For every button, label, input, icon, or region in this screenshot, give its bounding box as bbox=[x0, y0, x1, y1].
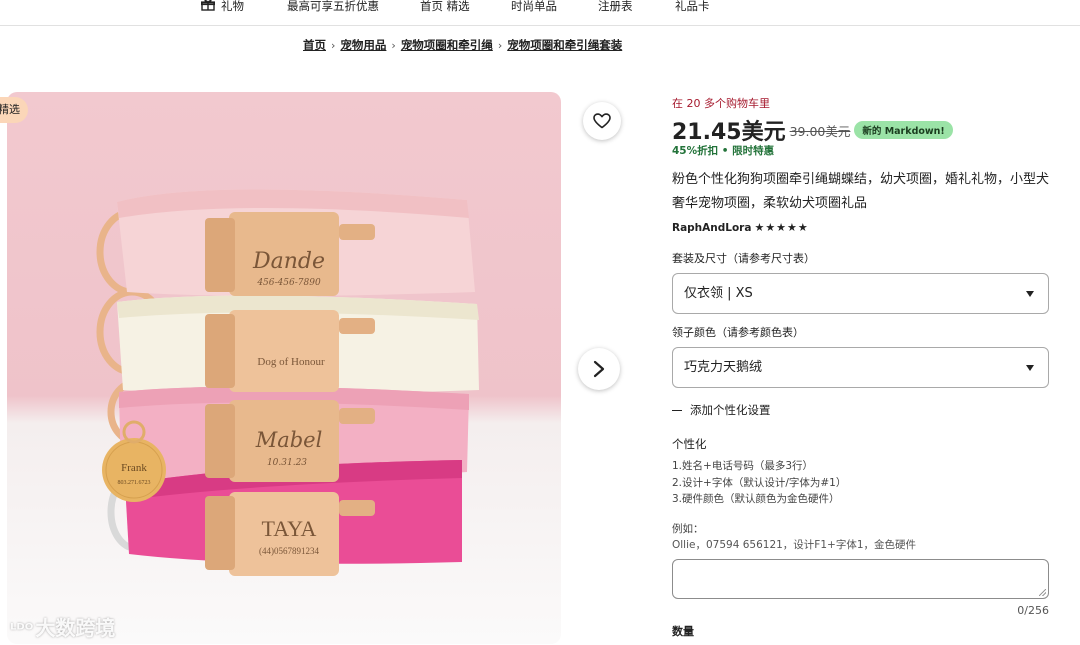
product-title: 粉色个性化狗狗项圈牵引绳蝴蝶结，幼犬项圈，婚礼礼物，小型犬奢华宠物项圈，柔软幼犬… bbox=[672, 172, 1050, 211]
engraving-dande-phone: 456-456-7890 bbox=[256, 278, 321, 288]
instruction-line: 3.硬件颜色（默认颜色为金色硬件） bbox=[672, 493, 840, 505]
product-photo-illustration: Dande 456-456-7890 Dog of Honour Mabel 1… bbox=[96, 189, 479, 576]
example-text: Ollie，07594 656121，设计F1+字体1，金色硬件 bbox=[672, 538, 916, 551]
heart-icon bbox=[593, 113, 611, 129]
nav-item-fashion[interactable]: 时尚单品 bbox=[511, 0, 557, 14]
markdown-badge: 新的 Markdown! bbox=[854, 121, 953, 139]
nav-item-registry[interactable]: 注册表 bbox=[598, 0, 633, 14]
breadcrumb-home[interactable]: 首页 bbox=[303, 38, 326, 52]
minus-icon bbox=[672, 409, 682, 411]
chevron-right-icon: › bbox=[497, 39, 503, 52]
engraving-mabel-date: 10.31.23 bbox=[267, 458, 307, 468]
tag-name: Frank bbox=[121, 462, 147, 474]
in-cart-notice: 在 20 多个购物车里 bbox=[672, 97, 770, 110]
gift-icon bbox=[201, 0, 215, 11]
nav-item-deals[interactable]: 最高可享五折优惠 bbox=[287, 0, 379, 14]
color-select-value: 巧克力天鹅绒 bbox=[684, 360, 763, 375]
watermark-logo-icon: ᴸᴰᴼ bbox=[10, 620, 34, 639]
personalization-heading: 个性化 bbox=[672, 437, 707, 451]
watermark-text: 大数跨境 bbox=[35, 616, 116, 640]
engraving-mabel: Mabel bbox=[255, 428, 323, 452]
size-select-value: 仅衣领 | XS bbox=[684, 286, 753, 301]
seller-row: RaphAndLora ★★★★★ bbox=[672, 221, 1052, 234]
rating-stars-icon[interactable]: ★★★★★ bbox=[754, 221, 808, 234]
breadcrumb-collar-leash-sets[interactable]: 宠物项圈和牵引绳套装 bbox=[507, 38, 622, 52]
seller-link[interactable]: RaphAndLora bbox=[672, 222, 751, 234]
caret-down-icon bbox=[1026, 365, 1034, 371]
example-label: 例如： bbox=[672, 522, 704, 535]
color-label: 领子颜色（请参考颜色表） bbox=[672, 326, 804, 339]
picks-badge-label: 精选 bbox=[0, 103, 20, 116]
product-info-panel: 在 20 多个购物车里 21.45美元 39.00美元 新的 Markdown! 4… bbox=[672, 95, 1052, 639]
price-row: 21.45美元 39.00美元 新的 Markdown! bbox=[672, 114, 1052, 145]
color-select[interactable]: 巧克力天鹅绒 bbox=[672, 347, 1049, 388]
picks-badge: 精选 bbox=[0, 97, 28, 123]
caret-down-icon bbox=[1026, 291, 1034, 297]
engraving-taya: TAYA bbox=[262, 516, 317, 541]
nav-item-gifts-label: 礼物 bbox=[221, 0, 244, 13]
favorite-button[interactable] bbox=[583, 102, 621, 140]
personalization-toggle[interactable]: 添加个性化设置 bbox=[672, 402, 1052, 418]
chevron-right-icon bbox=[593, 360, 605, 378]
next-image-button[interactable] bbox=[578, 348, 620, 390]
resize-grip-icon[interactable] bbox=[1039, 588, 1046, 596]
character-counter: 0/256 bbox=[1017, 603, 1049, 617]
instruction-line: 1.姓名+电话号码（最多3行） bbox=[672, 460, 813, 472]
engraving-taya-phone: (44)0567891234 bbox=[259, 546, 319, 556]
size-label: 套装及尺寸（请参考尺寸表） bbox=[672, 252, 815, 265]
engraving-dande: Dande bbox=[252, 249, 325, 274]
nav-item-gift-cards[interactable]: 礼品卡 bbox=[675, 0, 710, 14]
product-image[interactable]: Dande 456-456-7890 Dog of Honour Mabel 1… bbox=[7, 92, 561, 644]
chevron-right-icon: › bbox=[391, 39, 396, 52]
discount-text: 45%折扣 • 限时特惠 bbox=[672, 145, 775, 157]
watermark: ᴸᴰᴼ 大数跨境 bbox=[10, 612, 115, 641]
size-select[interactable]: 仅衣领 | XS bbox=[672, 273, 1049, 314]
instruction-line: 2.设计+字体（默认设计/字体为#1） bbox=[672, 476, 847, 489]
engraving-dog-of-honour: Dog of Honour bbox=[257, 356, 325, 368]
personalization-textarea[interactable] bbox=[672, 558, 1049, 599]
top-navigation: 礼物 最高可享五折优惠 首页 精选 时尚单品 注册表 礼品卡 bbox=[0, 0, 1080, 26]
tag-phone: 803.271.6723 bbox=[118, 480, 151, 486]
personalization-toggle-label: 添加个性化设置 bbox=[690, 403, 771, 417]
nav-item-gifts[interactable]: 礼物 bbox=[201, 0, 244, 14]
breadcrumb: 首页 › 宠物用品 › 宠物项圈和牵引绳 › 宠物项圈和牵引绳套装 bbox=[303, 37, 622, 53]
original-price: 39.00美元 bbox=[789, 123, 851, 139]
breadcrumb-pet-supplies[interactable]: 宠物用品 bbox=[340, 38, 386, 52]
nav-item-home-picks[interactable]: 首页 精选 bbox=[420, 0, 470, 14]
quantity-label: 数量 bbox=[672, 624, 694, 638]
current-price: 21.45美元 bbox=[672, 120, 786, 145]
chevron-right-icon: › bbox=[331, 39, 336, 52]
personalization-instructions: 1.姓名+电话号码（最多3行） 2.设计+字体（默认设计/字体为#1） 3.硬件… bbox=[672, 458, 1052, 508]
breadcrumb-collars-leashes[interactable]: 宠物项圈和牵引绳 bbox=[401, 38, 493, 52]
